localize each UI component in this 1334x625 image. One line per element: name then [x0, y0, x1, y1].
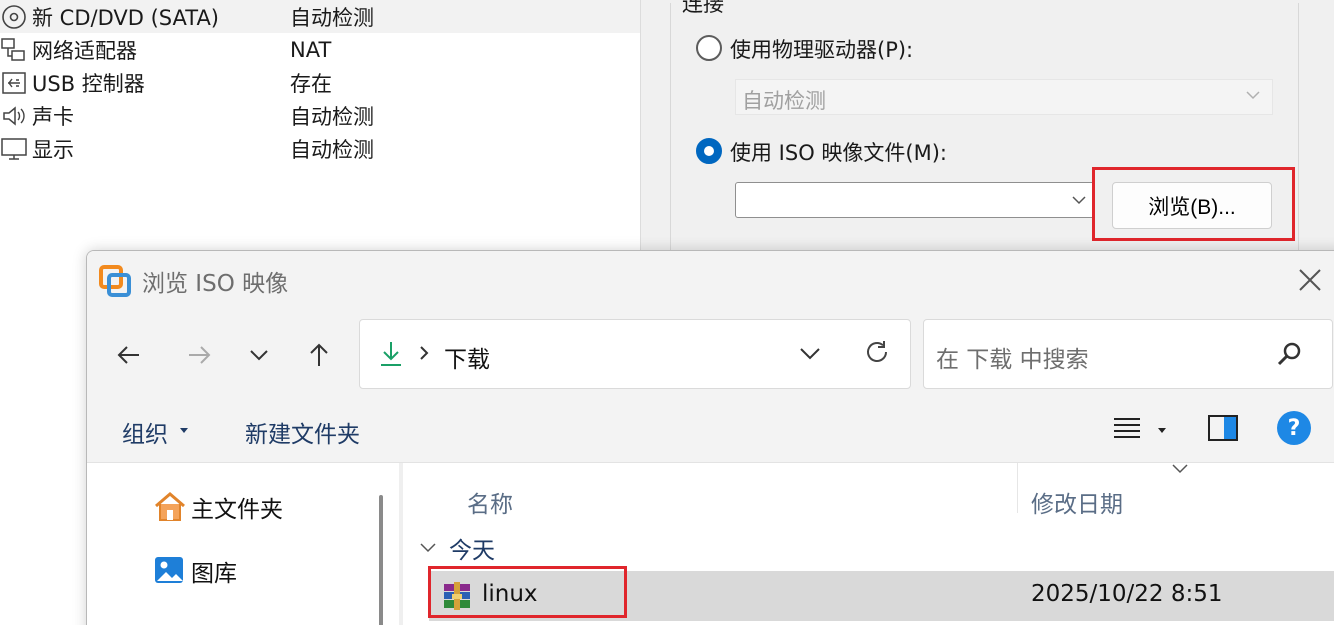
chevron-down-icon: [1246, 91, 1260, 100]
chevron-down-icon: [250, 350, 268, 361]
monitor-icon: [0, 135, 28, 163]
hardware-value: 自动检测: [290, 104, 374, 129]
dialog-titlebar: 浏览 ISO 映像: [87, 251, 1334, 307]
usb-controller-icon: [0, 69, 28, 97]
forward-button[interactable]: [179, 335, 219, 375]
address-bar[interactable]: 下载: [359, 319, 911, 389]
chevron-right-icon: [420, 346, 429, 360]
winrar-archive-icon: [444, 582, 470, 610]
connection-legend: 连接: [680, 0, 726, 18]
up-button[interactable]: [299, 335, 339, 375]
hardware-row-sound[interactable]: 声卡 自动检测: [0, 99, 640, 132]
home-icon: [155, 492, 185, 521]
arrow-right-icon: [189, 346, 211, 364]
vmware-logo-icon: [99, 265, 131, 297]
hardware-row-display[interactable]: 显示 自动检测: [0, 132, 640, 165]
search-icon[interactable]: [1276, 340, 1304, 368]
hardware-row-cd-dvd[interactable]: 新 CD/DVD (SATA) 自动检测: [0, 0, 640, 33]
iso-path-input[interactable]: [735, 182, 1095, 218]
physical-drive-radio[interactable]: [696, 35, 722, 61]
group-header-today[interactable]: 今天: [419, 531, 495, 565]
nav-item-home[interactable]: 主文件夹: [153, 487, 283, 527]
organize-button[interactable]: 组织: [122, 415, 168, 449]
command-bar: 组织 新建文件夹 ?: [87, 399, 1334, 463]
dialog-title: 浏览 ISO 映像: [142, 271, 289, 297]
file-modified: 2025/10/22 8:51: [1031, 581, 1223, 607]
search-placeholder: 在 下载 中搜索: [936, 347, 1089, 373]
caret-down-icon[interactable]: [1157, 427, 1167, 435]
physical-drive-value: 自动检测: [742, 89, 826, 113]
back-button[interactable]: [109, 335, 149, 375]
iso-file-label[interactable]: 使用 ISO 映像文件(M):: [730, 137, 947, 167]
hardware-row-usb[interactable]: USB 控制器 存在: [0, 66, 640, 99]
close-icon[interactable]: [1295, 265, 1325, 295]
chevron-down-icon[interactable]: [1070, 191, 1088, 209]
hardware-value: 存在: [290, 71, 332, 96]
hardware-value: NAT: [290, 37, 332, 62]
preview-pane-icon[interactable]: [1208, 415, 1238, 441]
column-header-name[interactable]: 名称: [467, 485, 513, 519]
network-adapter-icon: [0, 36, 28, 64]
physical-drive-label[interactable]: 使用物理驱动器(P):: [730, 34, 913, 64]
caret-down-icon: [180, 428, 188, 433]
iso-file-radio[interactable]: [696, 138, 722, 164]
nav-item-gallery[interactable]: 图库: [153, 551, 237, 591]
physical-drive-select: 自动检测: [735, 79, 1273, 115]
hardware-name: 网络适配器: [32, 38, 137, 63]
recent-locations-button[interactable]: [239, 335, 279, 375]
navigation-pane: 主文件夹 图库: [87, 463, 397, 625]
arrow-up-icon: [310, 343, 328, 366]
browse-button[interactable]: 浏览(B)...: [1112, 182, 1272, 229]
nav-pane-scrollbar[interactable]: [379, 495, 383, 625]
speaker-icon: [0, 102, 28, 130]
hardware-name: USB 控制器: [32, 71, 145, 96]
arrow-left-icon: [117, 346, 139, 364]
navigation-bar: 下载 在 下载 中搜索: [87, 307, 1334, 399]
hardware-list: 新 CD/DVD (SATA) 自动检测 网络适配器 NAT USB 控制器 存…: [0, 0, 640, 260]
column-divider[interactable]: [1017, 463, 1018, 513]
sort-chevron-icon[interactable]: [1171, 463, 1189, 475]
hardware-row-network[interactable]: 网络适配器 NAT: [0, 33, 640, 66]
file-row[interactable]: linux 2025/10/22 8:51: [429, 571, 1334, 621]
hardware-value: 自动检测: [290, 137, 374, 162]
search-box[interactable]: 在 下载 中搜索: [923, 319, 1333, 389]
file-name: linux: [482, 581, 538, 607]
download-icon: [381, 342, 401, 366]
gallery-icon: [155, 557, 183, 583]
refresh-icon[interactable]: [862, 337, 892, 367]
help-icon[interactable]: ?: [1277, 411, 1311, 445]
browse-iso-dialog: 浏览 ISO 映像 下载 在 下载 中搜索 组织 新建文件夹 ? 主文件夹 图库…: [86, 250, 1334, 625]
view-options-icon[interactable]: [1113, 415, 1141, 441]
chevron-down-icon: [420, 543, 436, 553]
hardware-name: 显示: [32, 137, 74, 162]
breadcrumb-downloads[interactable]: 下载: [444, 340, 490, 374]
chevron-down-icon[interactable]: [798, 342, 822, 364]
hardware-name: 声卡: [32, 104, 74, 129]
hardware-name: 新 CD/DVD (SATA): [32, 5, 220, 30]
new-folder-button[interactable]: 新建文件夹: [245, 415, 360, 449]
nav-item-label: 主文件夹: [191, 497, 283, 523]
file-list: 名称 修改日期 今天 linux 2025/10/22 8:51: [403, 463, 1334, 625]
nav-item-label: 图库: [191, 561, 237, 587]
group-label: 今天: [449, 538, 495, 564]
cd-dvd-icon: [0, 3, 28, 31]
hardware-value: 自动检测: [290, 5, 374, 30]
column-header-modified[interactable]: 修改日期: [1031, 485, 1123, 519]
